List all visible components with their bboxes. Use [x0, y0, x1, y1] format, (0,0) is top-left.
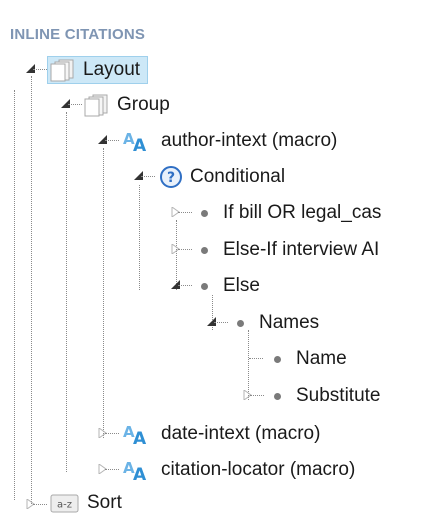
tree-node-if[interactable]: If bill OR legal_cas [197, 198, 384, 228]
tree-connector [178, 285, 192, 286]
tree-guide-line [31, 76, 32, 504]
tree-node-label: author-intext (macro) [161, 130, 338, 151]
tree-node-label: date-intext (macro) [161, 423, 321, 444]
tree-node-else[interactable]: Else [197, 271, 263, 301]
tree-connector [141, 176, 155, 177]
tree-node-label: Layout [83, 59, 141, 80]
tree-connector [178, 212, 192, 213]
tree-connector [68, 104, 82, 105]
tree-connector [105, 433, 119, 434]
tree-connector [105, 140, 119, 141]
page-stack-icon [50, 59, 74, 82]
tree-node-label: Else [223, 275, 260, 296]
macro-ab-icon: A A [123, 459, 147, 482]
tree-node-name[interactable]: Name [270, 344, 350, 374]
tree-connector [250, 395, 264, 396]
tree-connector [33, 69, 47, 70]
tree-node-substitute[interactable]: Substitute [270, 381, 384, 411]
bullet-icon [274, 392, 281, 400]
bullet-icon [201, 246, 208, 254]
tree-node-group[interactable]: Group [84, 90, 173, 120]
tree-node-author-intext[interactable]: A A author-intext (macro) [122, 126, 340, 156]
tree-node-names[interactable]: Names [233, 308, 322, 338]
tree-node-label: Else-If interview AI [223, 239, 380, 260]
svg-text:A: A [133, 465, 147, 482]
bullet-icon [201, 282, 208, 290]
tree-guide-line [14, 90, 15, 500]
bullet-icon [274, 355, 281, 363]
tree-connector [214, 322, 228, 323]
section-title: INLINE CITATIONS [10, 26, 146, 43]
tree-node-label: Names [259, 312, 320, 333]
tree-connector [105, 469, 119, 470]
svg-text:?: ? [167, 170, 175, 186]
tree-connector [178, 249, 192, 250]
tree-node-label: Group [117, 94, 170, 115]
tree-node-citation-locator[interactable]: A A citation-locator (macro) [122, 455, 358, 485]
macro-ab-icon: A A [123, 130, 147, 153]
tree-guide-line [103, 148, 104, 438]
svg-text:A: A [133, 136, 147, 153]
tree-node-date-intext[interactable]: A A date-intext (macro) [122, 419, 323, 449]
bullet-icon [201, 209, 208, 217]
tree-node-label: If bill OR legal_cas [223, 202, 382, 223]
tree-node-label: Name [296, 348, 347, 369]
svg-text:a-z: a-z [57, 500, 72, 511]
citation-tree-panel: INLINE CITATIONS Layout Group A A author… [0, 0, 429, 517]
tree-node-layout[interactable]: Layout [47, 55, 149, 85]
tree-node-conditional[interactable]: ? Conditional [159, 162, 288, 192]
tree-node-label: Conditional [190, 166, 286, 187]
tree-connector [249, 358, 263, 359]
tree-node-label: citation-locator (macro) [161, 459, 356, 480]
macro-ab-icon: A A [123, 423, 147, 446]
tree-node-sort[interactable]: a-z Sort [50, 488, 125, 517]
bullet-icon [237, 319, 244, 327]
svg-text:A: A [133, 429, 147, 446]
tree-node-else-if[interactable]: Else-If interview AI [197, 235, 382, 265]
question-circle-icon: ? [160, 166, 182, 188]
tree-connector [33, 504, 47, 505]
page-stack-icon [84, 94, 108, 117]
tree-node-label: Substitute [296, 385, 381, 406]
tree-node-label: Sort [87, 492, 122, 513]
tree-guide-line [66, 112, 67, 472]
tree-guide-line [139, 185, 140, 290]
sort-az-icon: a-z [50, 494, 79, 513]
